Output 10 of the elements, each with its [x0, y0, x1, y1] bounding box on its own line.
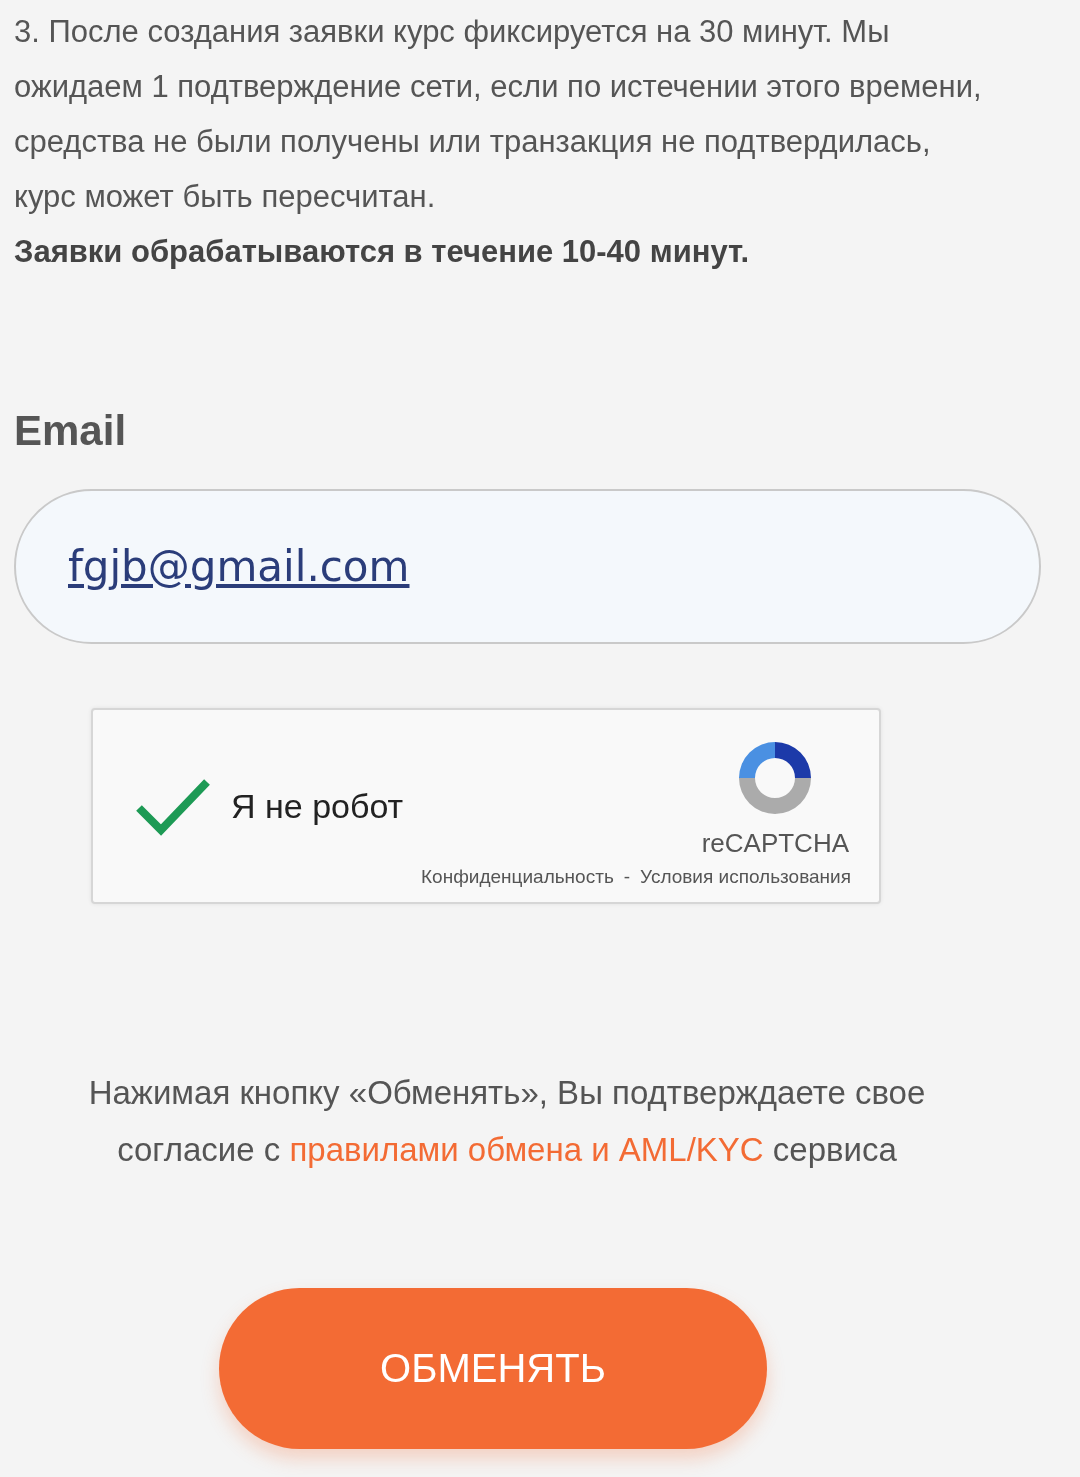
- email-label: Email: [14, 407, 128, 455]
- terms-link[interactable]: Условия использования: [640, 866, 851, 888]
- recaptcha-brand: reCAPTCHA: [701, 828, 849, 859]
- privacy-link[interactable]: Конфиденциальность: [421, 866, 614, 888]
- link-separator: -: [623, 866, 631, 888]
- captcha-label: Я не робот: [231, 786, 405, 826]
- consent-text: Нажимая кнопку «Обменять», Вы подтверждаете свое согласие с правилами обмена и AML/KYC сервиса: [87, 1073, 927, 1170]
- notice-paragraph: 3. После создания заявки курс фиксируется на 30 минут. Мы ожидаем 1 подтверждение сети, если по истечении этого времени, средства не были получены или транзакция не подтвердилась, курс может быть пересчитан.: [14, 13, 983, 216]
- processing-time-note: Заявки обрабатываются в течение 10-40 минут.: [14, 233, 751, 271]
- email-field[interactable]: fgjb@gmail.com: [14, 489, 1041, 644]
